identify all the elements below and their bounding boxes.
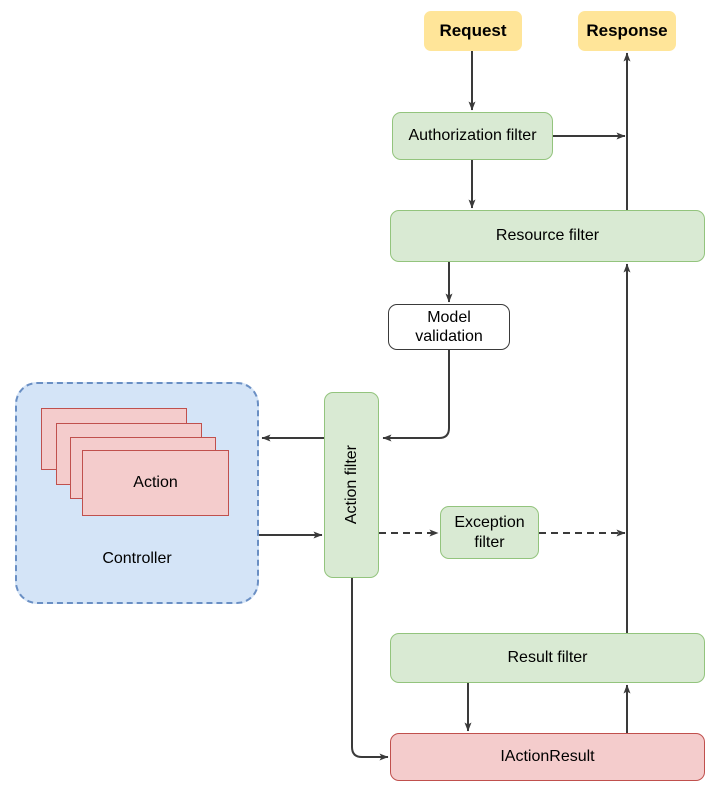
diagram-canvas: Request Response Authorization filter Re…	[0, 0, 714, 796]
action-card-label: Action	[133, 474, 178, 491]
node-request[interactable]: Request	[424, 11, 522, 51]
node-exception-filter-label-line2: filter	[474, 533, 505, 551]
node-iactionresult[interactable]: IActionResult	[390, 733, 705, 781]
node-resource-filter[interactable]: Resource filter	[390, 210, 705, 262]
node-action-filter-label: Action filter	[342, 445, 360, 525]
node-model-validation-label-line1: Model	[427, 308, 471, 326]
node-response-label: Response	[586, 20, 668, 40]
node-model-validation-label-line2: validation	[415, 328, 483, 345]
node-result-filter-label: Result filter	[507, 649, 588, 667]
node-authorization-filter-label: Authorization filter	[408, 127, 537, 145]
node-exception-filter-label-line1: Exception	[454, 514, 525, 532]
edge-model-validation-to-action-filter	[382, 350, 450, 442]
node-authorization-filter[interactable]: Authorization filter	[392, 112, 553, 160]
node-action-filter[interactable]: Action filter	[324, 392, 379, 578]
node-request-label: Request	[439, 20, 507, 40]
edge-action-filter-to-iactionresult	[351, 578, 389, 761]
node-result-filter[interactable]: Result filter	[390, 633, 705, 683]
node-resource-filter-label: Resource filter	[495, 227, 600, 245]
node-iactionresult-label: IActionResult	[500, 748, 595, 766]
node-controller-label: Controller	[102, 549, 172, 567]
action-card-front[interactable]: Action	[82, 450, 229, 516]
node-response[interactable]: Response	[578, 11, 676, 51]
node-exception-filter[interactable]: Exception filter	[440, 506, 539, 559]
node-model-validation[interactable]: Model validation	[388, 304, 510, 350]
